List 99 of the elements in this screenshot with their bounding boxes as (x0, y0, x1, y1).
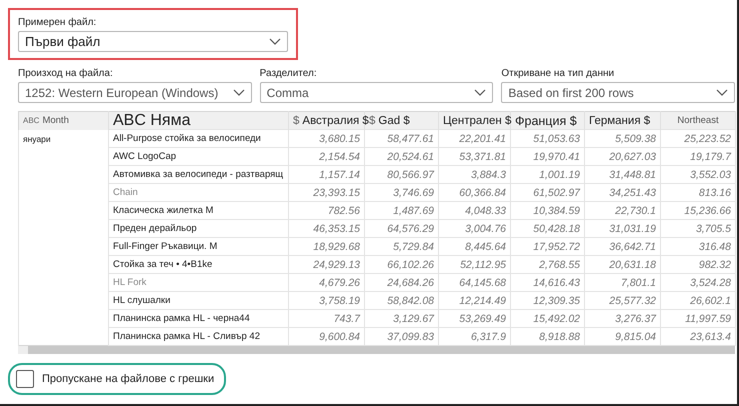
delimiter-dropdown[interactable]: Comma (260, 82, 494, 103)
table-cell: 22,201.41 (438, 130, 510, 148)
table-cell: Стойка за теч • 4•B1ke (108, 256, 288, 274)
table-cell: Планинска рамка HL - черна44 (108, 310, 288, 328)
table-cell: Full-Finger Ръкавици. M (108, 238, 288, 256)
table-cell: 53,371.81 (438, 148, 510, 166)
file-origin-dropdown[interactable]: 1252: Western European (Windows) (18, 82, 252, 103)
table-cell: 60,366.84 (438, 184, 510, 202)
table-cell: 3,746.69 (364, 184, 438, 202)
table-cell: 18,929.68 (288, 238, 364, 256)
table-cell: 1,157.14 (288, 166, 364, 184)
table-cell: 3,552.03 (660, 166, 736, 184)
sample-file-dropdown[interactable]: Първи файл (18, 31, 288, 52)
table-cell: 17,952.72 (510, 238, 584, 256)
table-cell: 813.16 (660, 184, 736, 202)
table-cell: 12,214.49 (438, 292, 510, 310)
table-cell: 26,602.1 (660, 292, 736, 310)
table-cell: 782.56 (288, 202, 364, 220)
table-cell: 31,448.81 (584, 166, 660, 184)
table-cell: 52,112.95 (438, 256, 510, 274)
table-cell: Преден дерайльор (108, 220, 288, 238)
table-cell: Автомивка за велосипеди - разтварящ (108, 166, 288, 184)
table-cell: 58,842.08 (364, 292, 438, 310)
table-cell: 14,616.43 (510, 274, 584, 292)
table-cell: HL слушалки (108, 292, 288, 310)
horizontal-scrollbar[interactable] (18, 346, 735, 354)
table-cell: 34,251.43 (584, 184, 660, 202)
table-cell: 80,566.97 (364, 166, 438, 184)
table-cell: 23,393.15 (288, 184, 364, 202)
table-cell: 2,768.55 (510, 256, 584, 274)
chevron-down-icon (716, 88, 728, 96)
chevron-down-icon (232, 88, 245, 96)
column-header[interactable]: Австралия $ (302, 114, 369, 126)
table-cell: 20,627.03 (584, 148, 660, 166)
table-cell: HL Fork (108, 274, 288, 292)
table-cell: 24,684.26 (364, 274, 438, 292)
table-cell: 12,309.35 (510, 292, 584, 310)
table-cell: 25,223.52 (660, 130, 736, 148)
table-cell: 3,680.15 (288, 130, 364, 148)
table-cell: 10,384.59 (510, 202, 584, 220)
table-cell: 7,801.1 (584, 274, 660, 292)
table-cell: 15,236.66 (660, 202, 736, 220)
table-cell: 19,970.41 (510, 148, 584, 166)
table-cell: 36,642.71 (584, 238, 660, 256)
checkbox-label: Пропускане на файлове с грешки (42, 372, 214, 387)
table-cell: 61,502.97 (510, 184, 584, 202)
table-cell: 2,154.54 (288, 148, 364, 166)
table-cell: 3,524.28 (660, 274, 736, 292)
delimiter-label: Разделител: (260, 68, 318, 80)
currency-type-icon: $ (293, 114, 300, 126)
text-type-icon: ABC (23, 116, 40, 125)
table-cell: 982.32 (660, 256, 736, 274)
sample-file-label: Примерен файл: (18, 17, 98, 29)
table-cell: AWC LogoCap (108, 148, 288, 166)
table-cell: 5,729.84 (364, 238, 438, 256)
table-cell: 5,509.38 (584, 130, 660, 148)
table-cell: 1,487.69 (364, 202, 438, 220)
table-cell: 3,705.5 (660, 220, 736, 238)
table-cell: 316.48 (660, 238, 736, 256)
table-cell: Класическа жилетка M (108, 202, 288, 220)
table-cell: 64,576.29 (364, 220, 438, 238)
table-cell: 24,929.13 (288, 256, 364, 274)
table-cell: 4,679.26 (288, 274, 364, 292)
table-cell: 3,758.19 (288, 292, 364, 310)
data-type-detection-dropdown[interactable]: Based on first 200 rows (501, 82, 736, 103)
file-origin-label: Произход на файла: (18, 68, 114, 80)
table-cell: 50,428.18 (510, 220, 584, 238)
table-cell: Chain (108, 184, 288, 202)
table-cell: 11,997.59 (660, 310, 736, 328)
table-cell: 66,102.26 (364, 256, 438, 274)
chevron-down-icon (269, 38, 281, 46)
checkbox[interactable] (16, 370, 34, 388)
currency-type-icon: $ (369, 114, 376, 126)
table-cell: 51,053.63 (510, 130, 584, 148)
table-cell: 20,631.18 (584, 256, 660, 274)
data-type-detection-label: Откриване на тип данни (501, 68, 616, 80)
table-cell: 8,445.64 (438, 238, 510, 256)
table-cell: 15,492.02 (510, 310, 584, 328)
table-cell: 1,001.19 (510, 166, 584, 184)
column-header[interactable]: Gad $ (378, 114, 410, 126)
column-header[interactable]: Month (42, 114, 69, 126)
table-cell: 22,730.1 (584, 202, 660, 220)
table-cell: 53,269.49 (438, 310, 510, 328)
table-cell: 58,477.61 (364, 130, 438, 148)
table-cell: 46,353.15 (288, 220, 364, 238)
table-cell: 19,179.7 (660, 148, 736, 166)
table-cell: 3,276.37 (584, 310, 660, 328)
table-cell: 4,048.33 (438, 202, 510, 220)
table-cell: All-Purpose стойка за велосипеди (108, 130, 288, 148)
table-cell: 3,004.76 (438, 220, 510, 238)
table-cell: 743.7 (288, 310, 364, 328)
table-cell: януари (23, 134, 51, 144)
chevron-down-icon (474, 88, 486, 96)
table-cell: 3,129.67 (364, 310, 438, 328)
table-cell: 31,031.19 (584, 220, 660, 238)
table-cell: 20,524.61 (364, 148, 438, 166)
table-cell: 64,145.68 (438, 274, 510, 292)
table-cell: 3,884.3 (438, 166, 510, 184)
table-cell: 25,577.32 (584, 292, 660, 310)
